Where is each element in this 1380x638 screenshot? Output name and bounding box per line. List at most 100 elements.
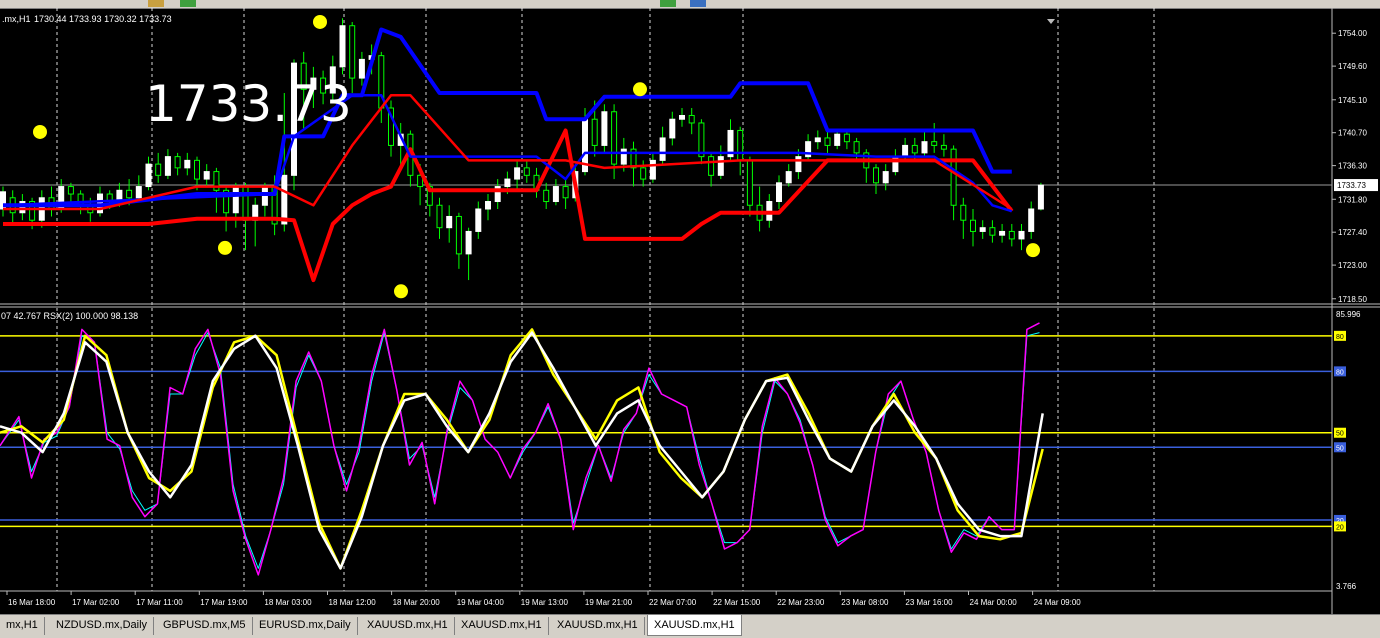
chart-symbol-label: .mx,H1: [2, 14, 31, 24]
price-tick-label: 1736.30: [1338, 162, 1367, 171]
candle-body: [979, 227, 986, 232]
candle-body: [669, 118, 676, 139]
lower-band-line: [3, 128, 1014, 283]
candle-body: [785, 171, 792, 184]
rsx-white-line: [0, 331, 1044, 570]
candle-body: [339, 25, 346, 68]
time-tick-label: 22 Mar 07:00: [649, 598, 697, 607]
fractal-marker: [394, 284, 408, 299]
candle-body: [155, 163, 162, 176]
candle-body: [659, 137, 666, 161]
candle-body: [873, 167, 879, 184]
candle-body: [950, 148, 957, 206]
time-tick-label: 24 Mar 00:00: [970, 598, 1018, 607]
candle-body: [1028, 208, 1035, 232]
tab-chart[interactable]: XAUUSD.mx,H1: [647, 615, 742, 636]
time-tick-label: 17 Mar 11:00: [136, 598, 183, 607]
main-price-axis: 1754.00 1749.60 1745.10 1740.70 1736.30 1731.…: [1047, 19, 1378, 304]
toolbar-button[interactable]: [660, 0, 676, 7]
toolbar-button[interactable]: [180, 0, 196, 7]
indicator-level-label: 80: [1336, 334, 1344, 341]
candle-body: [970, 219, 976, 232]
candle-body: [698, 122, 705, 158]
rsx-cyan-line: [0, 332, 1040, 569]
time-tick-label: 18 Mar 12:00: [329, 598, 377, 607]
price-tick-label: 1740.70: [1338, 129, 1367, 138]
time-tick-label: 24 Mar 09:00: [1034, 598, 1082, 607]
time-tick-label: 19 Mar 21:00: [585, 598, 633, 607]
candle-body: [911, 144, 918, 154]
indicator-level-label: 80: [1336, 369, 1344, 376]
price-chart[interactable]: 1754.00 1749.60 1745.10 1740.70 1736.30 1731.…: [0, 8, 1380, 614]
indicator-series: [0, 322, 1044, 576]
price-tick-label: 1731.80: [1338, 195, 1367, 204]
candle-body: [436, 204, 443, 229]
time-tick-label: 16 Mar 18:00: [8, 598, 56, 607]
time-tick-label: 18 Mar 20:00: [393, 598, 441, 607]
time-tick-label: 22 Mar 15:00: [713, 598, 761, 607]
candle-body: [455, 215, 462, 255]
candle-body: [999, 230, 1006, 236]
tab-chart[interactable]: EURUSD.mx,Daily: [253, 617, 358, 635]
price-tick-label: 1723.00: [1338, 261, 1367, 270]
candle-body: [164, 156, 171, 176]
candle-body: [824, 137, 831, 146]
price-tick-label: 1718.50: [1338, 295, 1367, 304]
time-tick-label: 17 Mar 02:00: [72, 598, 120, 607]
candle-body: [960, 204, 967, 221]
candle-body: [242, 186, 249, 221]
price-tick-label: 1727.40: [1338, 228, 1367, 237]
candle-body: [921, 141, 928, 154]
candle-body: [640, 167, 647, 180]
candle-body: [776, 182, 782, 203]
candle-body: [688, 114, 695, 124]
toolbar-button[interactable]: [690, 0, 706, 7]
candle-body: [1018, 230, 1025, 240]
price-tick-label: 1749.60: [1338, 62, 1367, 71]
candle-body: [611, 111, 618, 165]
candle-body: [931, 141, 938, 146]
candle-body: [543, 189, 550, 203]
candle-body: [746, 159, 753, 206]
candle-body: [902, 144, 909, 158]
candle-body: [591, 118, 598, 146]
candle-body: [67, 186, 74, 195]
candle-body: [145, 163, 152, 188]
candle-body: [349, 25, 356, 79]
current-price-label: 1733.73: [1337, 181, 1366, 190]
candle-body: [552, 186, 559, 203]
rsx-magenta-line: [0, 322, 1040, 576]
time-tick-label: 23 Mar 16:00: [905, 598, 953, 607]
candle-body: [940, 144, 947, 150]
candle-body: [795, 156, 802, 173]
indicator-axis: 808050502020: [1334, 330, 1346, 532]
candle-body: [1008, 230, 1015, 240]
candle-body: [184, 159, 191, 169]
candle-body: [679, 114, 685, 120]
candle-body: [281, 174, 288, 225]
time-tick-label: 18 Mar 03:00: [264, 598, 312, 607]
tab-chart[interactable]: mx,H1: [0, 617, 45, 635]
toolbar-button[interactable]: [148, 0, 164, 7]
price-tick-label: 1745.10: [1338, 96, 1367, 105]
tab-chart[interactable]: XAUUSD.mx,H1: [361, 617, 455, 635]
big-price-label: 1733.73: [145, 75, 352, 133]
candle-body: [737, 129, 744, 161]
tab-chart[interactable]: NZDUSD.mx,Daily: [50, 617, 155, 635]
candle-body: [562, 186, 569, 199]
candle-body: [834, 133, 841, 146]
tab-chart[interactable]: GBPUSD.mx,M5: [157, 617, 253, 635]
indicator-level-label: 50: [1336, 445, 1344, 452]
time-tick-label: 19 Mar 13:00: [521, 598, 569, 607]
fractal-marker: [633, 82, 647, 97]
tab-chart[interactable]: XAUUSD.mx,H1: [551, 617, 645, 635]
time-tick-label: 22 Mar 23:00: [777, 598, 825, 607]
chevron-down-icon: [1047, 19, 1055, 24]
time-axis: 16 Mar 18:00 17 Mar 02:00 17 Mar 11:00 17 M…: [6, 591, 1082, 607]
indicator-level-label: 20: [1336, 524, 1344, 531]
candle-body: [717, 156, 724, 176]
candle-body: [232, 186, 239, 214]
tab-chart[interactable]: XAUUSD.mx,H1: [455, 617, 549, 635]
candle-body: [843, 133, 850, 143]
fractal-marker: [33, 124, 47, 139]
